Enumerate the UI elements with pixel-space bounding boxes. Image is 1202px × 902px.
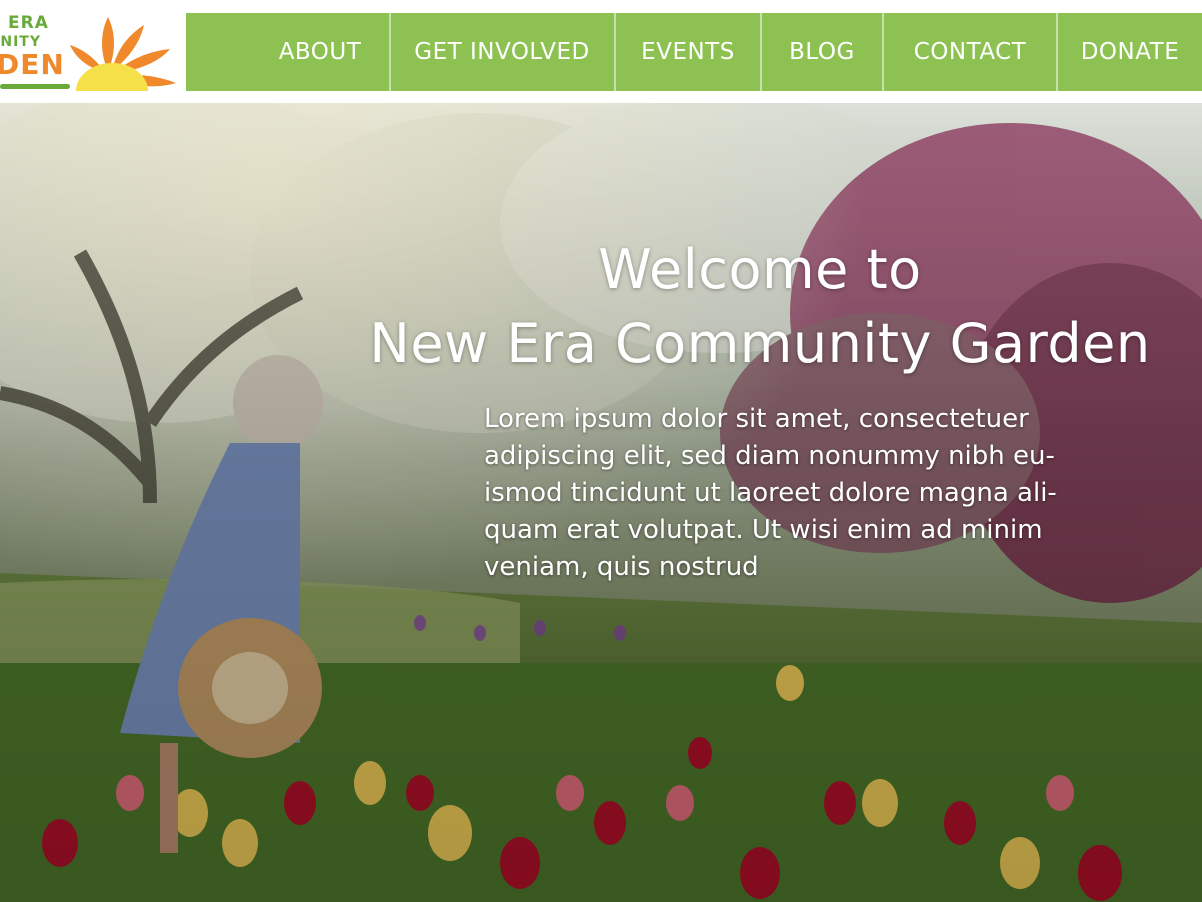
- site-logo[interactable]: ERA UNITY DEN: [0, 13, 186, 91]
- nav-item-about[interactable]: ABOUT: [252, 13, 388, 91]
- header-gap: [0, 91, 1202, 103]
- logo-text-line3: DEN: [0, 48, 65, 81]
- nav-item-contact[interactable]: CONTACT: [884, 13, 1056, 91]
- hero-heading: Welcome to New Era Community Garden: [300, 233, 1202, 381]
- logo-text-line1: ERA: [8, 13, 49, 33]
- hero-heading-line1: Welcome to: [598, 238, 922, 301]
- nav-item-donate[interactable]: DONATE: [1058, 13, 1202, 91]
- nav-item-blog[interactable]: BLOG: [762, 13, 882, 91]
- nav-item-get-involved[interactable]: GET INVOLVED: [391, 13, 613, 91]
- nav-item-events[interactable]: EVENTS: [616, 13, 760, 91]
- hero-heading-line2: New Era Community Garden: [369, 312, 1151, 375]
- site-header: ABOUT GET INVOLVED EVENTS BLOG CONTACT D…: [0, 13, 1202, 91]
- sunflower-icon: [70, 17, 176, 91]
- logo-underline: [0, 84, 70, 89]
- hero-description: Lorem ipsum dolor sit amet, consectetuer…: [484, 404, 1057, 582]
- hero-section: Welcome to New Era Community Garden Lore…: [0, 103, 1202, 902]
- logo-text-line2: UNITY: [0, 34, 41, 50]
